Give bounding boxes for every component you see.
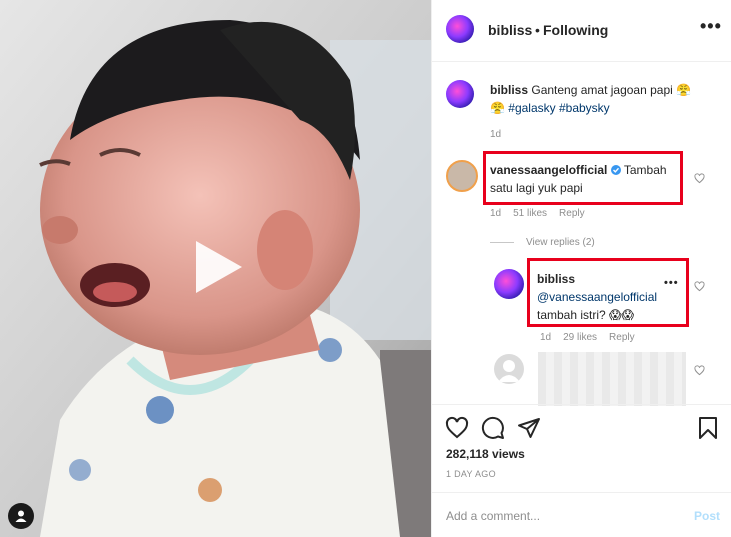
caption: bibliss Ganteng amat jagoan papi 😤 😤 #ga…: [490, 81, 720, 117]
reply-heart-icon[interactable]: [694, 279, 705, 292]
user-tag-icon[interactable]: [8, 503, 34, 529]
blurred-comment: [538, 352, 686, 406]
verified-icon: [610, 165, 621, 175]
reply-mention[interactable]: @vanessaangelofficial: [537, 290, 657, 304]
share-icon[interactable]: [517, 416, 541, 445]
view-replies-link[interactable]: View replies (2): [526, 237, 607, 248]
add-comment-input[interactable]: Add a comment...: [446, 509, 540, 523]
reply-more-icon[interactable]: •••: [664, 274, 679, 292]
video-media[interactable]: [0, 0, 431, 537]
reply-time: 1d: [540, 332, 552, 343]
add-comment-bar: Add a comment... Post: [432, 492, 731, 537]
replies-divider: [490, 242, 514, 243]
reply-likes[interactable]: 29 likes: [563, 332, 597, 343]
play-icon[interactable]: [186, 237, 246, 297]
comment-1-text-2: satu lagi yuk papi: [490, 181, 583, 195]
post-comment-button[interactable]: Post: [694, 509, 720, 523]
reply-reply[interactable]: Reply: [609, 332, 635, 343]
header-separator: •: [535, 22, 540, 38]
caption-hashtags[interactable]: #galasky #babysky: [508, 101, 609, 115]
reply-meta: 1d 29 likes Reply: [540, 332, 647, 343]
reply-username[interactable]: bibliss: [537, 272, 575, 286]
caption-emoji: 😤: [490, 101, 509, 115]
commenter-avatar[interactable]: [446, 160, 478, 192]
caption-time: 1d: [490, 129, 502, 140]
reply-avatar[interactable]: [494, 269, 524, 299]
comment-1-time: 1d: [490, 208, 502, 219]
posted-time: 1 DAY AGO: [446, 469, 496, 479]
view-count[interactable]: 282,118 views: [446, 447, 525, 461]
comment-1-meta: 1d 51 likes Reply: [490, 208, 597, 219]
caption-text: Ganteng amat jagoan papi 😤: [531, 83, 692, 97]
caption-username[interactable]: bibliss: [490, 83, 528, 97]
caption-avatar[interactable]: [446, 80, 474, 108]
avatar[interactable]: [446, 15, 474, 43]
comment-icon[interactable]: [481, 416, 505, 445]
comment-1-username[interactable]: vanessaangelofficial: [490, 163, 607, 177]
post-header: bibliss • Following •••: [432, 0, 731, 62]
bookmark-icon[interactable]: [697, 416, 719, 445]
anonymous-avatar: [494, 354, 524, 384]
comment-1-text: Tambah: [623, 163, 667, 177]
more-options-icon[interactable]: •••: [700, 16, 722, 37]
blurred-comment-heart-icon[interactable]: [694, 363, 705, 376]
following-button[interactable]: Following: [543, 22, 608, 38]
comment-1-likes[interactable]: 51 likes: [513, 208, 547, 219]
comment-1-heart-icon[interactable]: [694, 171, 705, 184]
post-sidebar: bibliss • Following ••• bibliss Ganteng …: [431, 0, 731, 537]
reply-text: tambah istri? 😱😱: [537, 308, 635, 322]
header-username[interactable]: bibliss: [488, 22, 532, 38]
comment-1: vanessaangelofficial Tambah satu lagi yu…: [490, 161, 680, 197]
heart-icon[interactable]: [445, 416, 469, 445]
comment-1-reply[interactable]: Reply: [559, 208, 585, 219]
instagram-post: bibliss • Following ••• bibliss Ganteng …: [0, 0, 731, 537]
